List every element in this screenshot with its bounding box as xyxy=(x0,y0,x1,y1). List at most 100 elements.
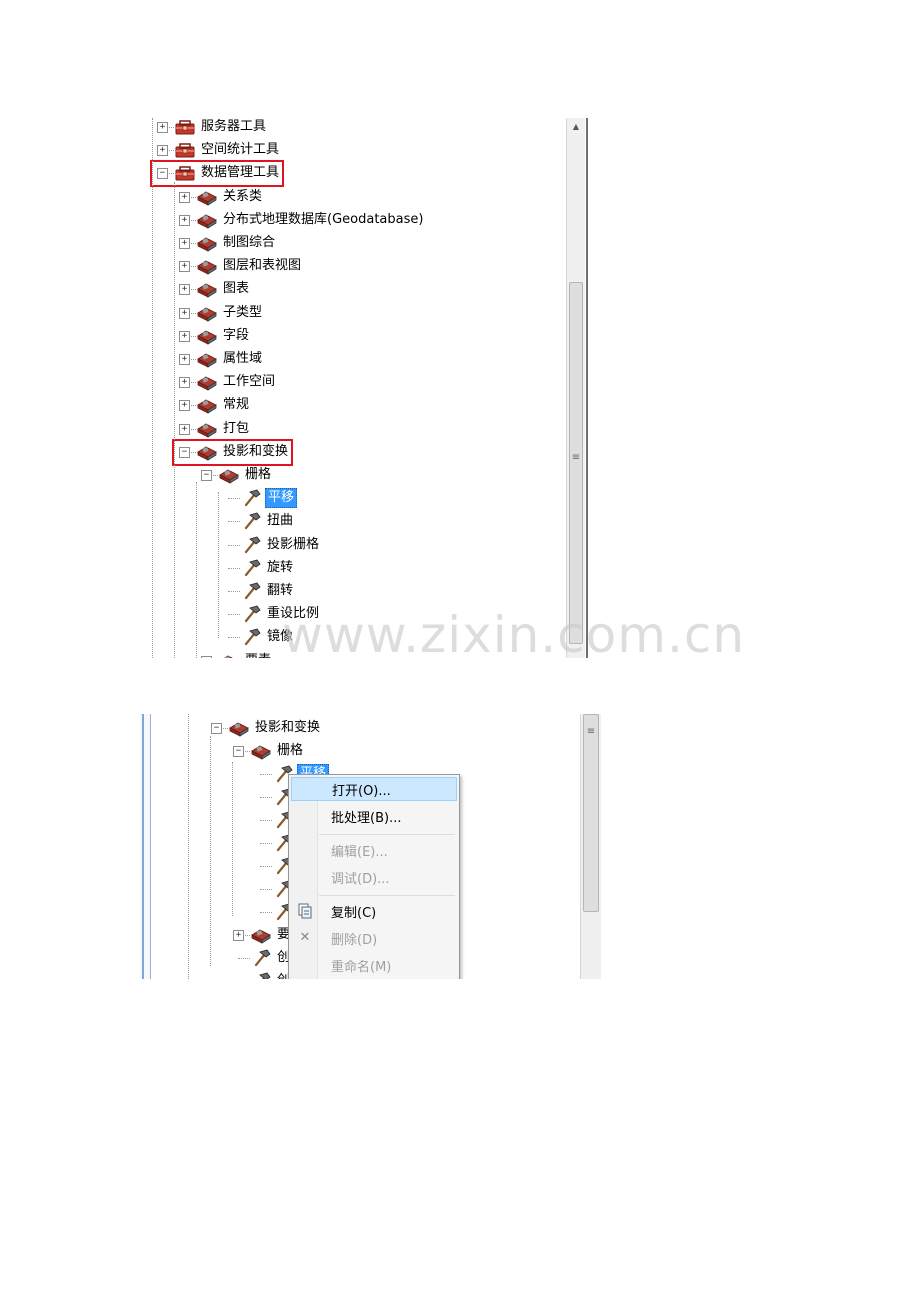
tree-item-label: 翻转 xyxy=(267,583,294,598)
tree-guide-line xyxy=(152,118,153,658)
highlight-box xyxy=(150,160,284,188)
tree-item-relationship[interactable]: 关系类 xyxy=(196,186,264,208)
expand-icon[interactable]: + xyxy=(233,930,244,941)
toolset-icon xyxy=(196,188,218,206)
menu-item-rename: 重命名(M) xyxy=(291,953,457,977)
tree-item-layers-views[interactable]: 图层和表视图 xyxy=(196,255,303,277)
left-frame-edge xyxy=(142,714,144,979)
toolset-icon xyxy=(250,742,272,760)
expand-icon[interactable]: + xyxy=(179,377,190,389)
expand-icon[interactable]: + xyxy=(201,655,212,658)
tree-item-raster[interactable]: 栅格 xyxy=(250,740,305,762)
expand-icon[interactable]: + xyxy=(179,400,190,412)
toolbox-tree-panel-top: + 服务器工具 + 空间统计工具 − 数据管理工具 + 关系类 + 分布式地理数据库(Geodat… xyxy=(140,118,592,658)
toolbox-tree-panel-bottom: −投影和变换−栅格平移扭曲投影栅格旋转翻转重设比例镜像+要素创建空创建 ≡ 打开… xyxy=(140,714,602,979)
tree-connector-line xyxy=(228,614,240,616)
tree-item-label: 图表 xyxy=(223,281,250,297)
hammer-icon xyxy=(240,559,262,577)
expand-icon[interactable]: + xyxy=(179,238,190,249)
tree-item-label: 栅格 xyxy=(245,467,272,482)
menu-item-batch[interactable]: 批处理(B)... xyxy=(291,804,457,828)
tree-item-label: 制图综合 xyxy=(223,235,276,250)
watermark-text: www.zixin.com.cn xyxy=(282,606,746,664)
expand-icon[interactable]: + xyxy=(157,122,168,133)
tree-item-projections[interactable]: 投影和变换 xyxy=(228,717,322,739)
context-menu: 打开(O)... 批处理(B)... 编辑(E)... 调试(D)... 复制(C) ✕ 删… xyxy=(288,774,460,979)
tree-item-label: 栅格 xyxy=(277,743,304,758)
menu-item-open[interactable]: 打开(O)... xyxy=(291,777,457,801)
tree-item-raster[interactable]: 栅格 xyxy=(218,464,273,486)
menu-item-label: 批处理(B)... xyxy=(331,810,402,826)
vertical-scrollbar[interactable]: ▲ ≡ xyxy=(566,118,585,658)
tree-connector-line xyxy=(228,498,240,500)
collapse-icon[interactable]: − xyxy=(211,723,222,734)
hammer-icon xyxy=(240,582,262,600)
tree-item-label: 投影和变换 xyxy=(255,720,321,735)
hammer-icon xyxy=(240,512,262,530)
toolset-icon xyxy=(196,304,218,322)
tree-guide-line xyxy=(210,736,211,966)
tree-item-label: 关系类 xyxy=(223,188,263,204)
tree-item-server[interactable]: 服务器工具 xyxy=(174,118,268,138)
tree-item-warp[interactable]: 扭曲 xyxy=(240,510,295,532)
highlight-box xyxy=(172,438,293,466)
window-border xyxy=(586,118,588,658)
tree-item-domains[interactable]: 属性域 xyxy=(196,348,264,370)
tree-item-graph[interactable]: 图表 xyxy=(196,278,251,300)
tree-item-label: 子类型 xyxy=(223,304,263,320)
toolset-icon xyxy=(196,211,218,229)
tree-item-flip[interactable]: 翻转 xyxy=(240,580,295,602)
tree-item-label: 扭曲 xyxy=(267,513,294,529)
tree-item-package[interactable]: 打包 xyxy=(196,418,251,440)
tree-item-project-raster[interactable]: 投影栅格 xyxy=(240,534,321,556)
tree-item-label: 字段 xyxy=(223,327,250,343)
toolset-icon xyxy=(250,926,272,944)
toolset-icon xyxy=(196,373,218,391)
tree-item-fields[interactable]: 字段 xyxy=(196,325,251,347)
expand-icon[interactable]: + xyxy=(179,261,190,273)
tree-item-geodatabase[interactable]: 分布式地理数据库(Geodatabase) xyxy=(196,209,425,231)
menu-item-debug: 调试(D)... xyxy=(291,865,457,889)
tree-connector-line xyxy=(260,797,272,798)
expand-icon[interactable]: + xyxy=(157,145,168,157)
tree-item-label: 属性域 xyxy=(223,351,263,366)
tree-item-subtypes[interactable]: 子类型 xyxy=(196,302,264,324)
expand-icon[interactable]: + xyxy=(179,191,190,203)
tree-item-shift[interactable]: 平移 xyxy=(240,487,298,509)
tree-guide-line xyxy=(174,182,175,658)
menu-item-label: 删除(D) xyxy=(331,932,378,948)
hammer-icon xyxy=(240,628,262,646)
tree-item-general[interactable]: 常规 xyxy=(196,394,251,416)
tree-item-label: 要素 xyxy=(243,652,273,658)
tree-item-workspace[interactable]: 工作空间 xyxy=(196,371,277,393)
scrollbar-thumb[interactable] xyxy=(583,714,599,912)
expand-icon[interactable]: + xyxy=(179,214,190,226)
expand-icon[interactable]: + xyxy=(179,423,190,435)
menu-item-edit: 编辑(E)... xyxy=(291,838,457,862)
toolset-icon xyxy=(196,280,218,299)
vertical-scrollbar[interactable]: ≡ xyxy=(580,714,601,979)
tree-item-rotate[interactable]: 旋转 xyxy=(240,557,295,579)
tree-connector-line xyxy=(228,567,240,569)
expand-icon[interactable]: + xyxy=(179,284,190,296)
expand-icon[interactable]: + xyxy=(179,354,190,365)
menu-item-label: 打开(O)... xyxy=(332,783,391,799)
expand-icon[interactable]: + xyxy=(179,330,190,342)
tree-item-label: 投影栅格 xyxy=(267,536,320,552)
menu-item-copy[interactable]: 复制(C) xyxy=(291,899,457,923)
tree-item-generalization[interactable]: 制图综合 xyxy=(196,232,277,254)
scrollbar-thumb[interactable] xyxy=(569,282,583,644)
tree-item-label: 空间统计工具 xyxy=(201,142,280,158)
expand-icon[interactable]: + xyxy=(179,307,190,319)
collapse-icon[interactable]: − xyxy=(233,746,244,757)
tree-item-features-cut[interactable]: 要素 xyxy=(218,650,273,658)
tree-item-label: 常规 xyxy=(223,397,250,413)
tree-item-spatial-stats[interactable]: 空间统计工具 xyxy=(174,139,281,161)
collapse-icon[interactable]: − xyxy=(201,470,212,481)
toolset-icon xyxy=(228,719,250,737)
tree-connector-line xyxy=(260,889,272,890)
tree-connector-line xyxy=(228,591,240,592)
scroll-up-arrow-icon[interactable]: ▲ xyxy=(567,122,585,131)
menu-item-label: 编辑(E)... xyxy=(331,844,388,860)
delete-icon: ✕ xyxy=(299,930,311,945)
